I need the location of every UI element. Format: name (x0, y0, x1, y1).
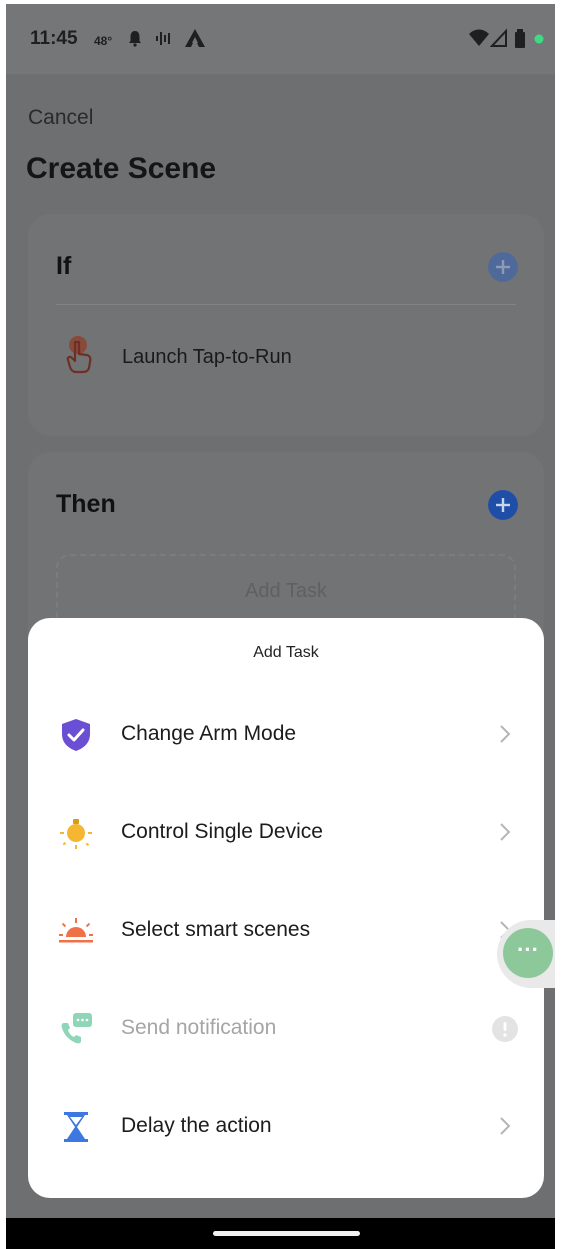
cancel-button[interactable]: Cancel (28, 106, 93, 130)
if-card: If Launch Tap-to-Run (28, 214, 544, 436)
bulb-icon (60, 819, 92, 849)
warning-info-icon[interactable] (492, 1016, 518, 1042)
task-delay-the-action[interactable]: Delay the action (28, 1078, 544, 1176)
screen: 11:45 48° Cancel Create Scene If Launch … (6, 4, 555, 1249)
task-label: Change Arm Mode (121, 722, 297, 745)
add-task-placeholder: Add Task (245, 580, 327, 602)
status-bar: 11:45 48° (6, 4, 555, 74)
tap-hand-icon (66, 336, 92, 374)
alarm-icon (129, 31, 141, 47)
signal-icon (490, 28, 507, 47)
status-time: 11:45 (30, 28, 78, 49)
wifi-icon (469, 29, 489, 46)
status-temperature: 48° (94, 34, 113, 48)
hourglass-icon (64, 1112, 88, 1142)
chevron-right-icon (500, 725, 511, 743)
chevron-right-icon (500, 1117, 511, 1135)
sheet-title: Add Task (253, 644, 319, 661)
chevron-right-icon (500, 823, 511, 841)
task-label: Control Single Device (121, 820, 323, 843)
if-divider (56, 304, 516, 305)
battery-icon (515, 29, 525, 48)
add-action-button[interactable] (488, 490, 518, 520)
phone-message-icon (61, 1013, 92, 1044)
task-label: Delay the action (121, 1114, 272, 1137)
shield-check-icon (62, 719, 90, 751)
task-change-arm-mode[interactable]: Change Arm Mode (28, 686, 544, 784)
app-icon (185, 29, 205, 47)
add-task-sheet: Add Task Change Arm Mode Control Single (28, 618, 544, 1198)
condition-label[interactable]: Launch Tap-to-Run (122, 346, 292, 369)
task-send-notification[interactable]: Send notification (28, 980, 544, 1078)
page-title: Create Scene (26, 152, 217, 185)
home-gesture-bar[interactable] (213, 1231, 360, 1236)
task-control-single-device[interactable]: Control Single Device (28, 784, 544, 882)
more-dots-icon: ··· (503, 928, 553, 978)
if-heading: If (56, 252, 72, 280)
then-heading: Then (56, 490, 116, 518)
dot-icon (534, 34, 544, 44)
task-label: Select smart scenes (121, 918, 311, 941)
navigation-bar (6, 1218, 555, 1249)
add-condition-button[interactable] (488, 252, 518, 282)
voicemail-icon (156, 32, 170, 45)
sunrise-icon (59, 918, 93, 943)
task-select-smart-scenes[interactable]: Select smart scenes (28, 882, 544, 980)
task-label: Send notification (121, 1016, 277, 1039)
